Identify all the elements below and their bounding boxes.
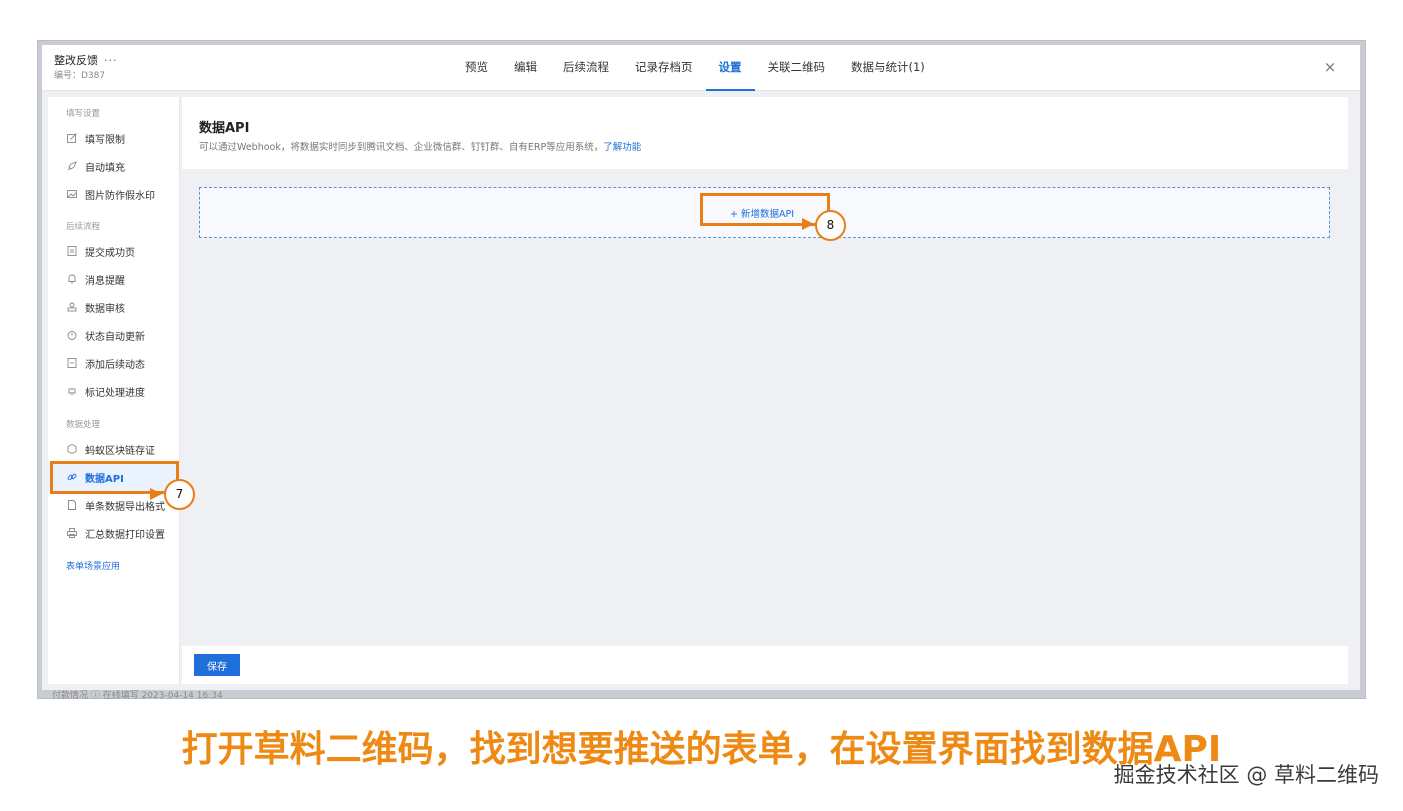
top-bar: 整改反馈 ··· 编号：D387 预览 编辑 后续流程 记录存档页 设置 关联二维…: [42, 45, 1360, 91]
section-label-followup: 后续流程: [66, 222, 101, 232]
background-list-strip: 付款情况 ⓘ 在线填写 2023-04-14 16:34: [52, 691, 223, 701]
section-label-data-processing: 数据处理: [66, 420, 101, 430]
document-icon: [67, 246, 77, 256]
sidebar-item-label: 添加后续动态: [85, 359, 145, 371]
sidebar-item-label: 提交成功页: [85, 247, 135, 259]
arrow-step-8: [802, 218, 814, 230]
app-window-frame: 整改反馈 ··· 编号：D387 预览 编辑 后续流程 记录存档页 设置 关联二维…: [38, 41, 1365, 698]
more-icon[interactable]: ···: [104, 54, 118, 67]
app-window: 整改反馈 ··· 编号：D387 预览 编辑 后续流程 记录存档页 设置 关联二维…: [42, 45, 1360, 690]
timer-icon: [67, 330, 77, 340]
arrow-step-7: [150, 488, 162, 500]
page-title: 数据API: [199, 121, 250, 136]
file-icon: [67, 500, 77, 510]
form-title-text: 整改反馈: [54, 54, 98, 67]
tab-data-stats[interactable]: 数据与统计(1): [838, 45, 938, 91]
sidebar-item-label: 标记处理进度: [85, 387, 145, 399]
sidebar-item-auto-fill[interactable]: 自动填充: [48, 152, 180, 180]
note-icon: [67, 358, 77, 368]
sidebar-item-label: 自动填充: [85, 162, 125, 174]
main-panel: 数据API 可以通过Webhook，将数据实时同步到腾讯文档、企业微信群、钉钉群…: [182, 97, 1348, 684]
sidebar-item-mark-progress[interactable]: 标记处理进度: [48, 377, 180, 405]
sidebar-item-label: 消息提醒: [85, 275, 125, 287]
image-icon: [67, 189, 77, 199]
stamp-icon: [67, 302, 77, 312]
sidebar-item-submit-success-page[interactable]: 提交成功页: [48, 237, 180, 265]
settings-sidebar: 填写设置 填写限制 自动填充 图片防作假水印 后续流程 提交成功页 消息提醒 数…: [48, 97, 180, 684]
description-text: 可以通过Webhook，将数据实时同步到腾讯文档、企业微信群、钉钉群、自有ERP…: [199, 142, 604, 153]
sidebar-item-label: 状态自动更新: [85, 331, 145, 343]
form-id: 编号：D387: [54, 71, 106, 81]
tab-preview[interactable]: 预览: [452, 45, 501, 91]
sidebar-item-label: 填写限制: [85, 134, 125, 146]
save-button[interactable]: 保存: [194, 654, 240, 676]
sidebar-item-label: 数据审核: [85, 303, 125, 315]
tab-edit[interactable]: 编辑: [501, 45, 550, 91]
sidebar-item-add-followup[interactable]: 添加后续动态: [48, 349, 180, 377]
step-7-badge: 7: [164, 479, 195, 510]
tab-linked-qrcode[interactable]: 关联二维码: [755, 45, 839, 91]
sidebar-item-message-reminder[interactable]: 消息提醒: [48, 265, 180, 293]
bell-icon: [67, 274, 77, 284]
section-label-fill-settings: 填写设置: [66, 109, 101, 119]
sidebar-item-label: 汇总数据打印设置: [85, 529, 165, 541]
close-icon[interactable]: ×: [1320, 57, 1340, 77]
tab-followup-flow[interactable]: 后续流程: [550, 45, 622, 91]
rocket-icon: [67, 161, 77, 171]
footer-bar: 保存: [182, 646, 1348, 684]
sidebar-item-print-settings[interactable]: 汇总数据打印设置: [48, 519, 180, 547]
main-header: 数据API 可以通过Webhook，将数据实时同步到腾讯文档、企业微信群、钉钉群…: [182, 97, 1348, 169]
sidebar-item-blockchain-evidence[interactable]: 蚂蚁区块链存证: [48, 435, 180, 463]
tab-bar: 预览 编辑 后续流程 记录存档页 设置 关联二维码 数据与统计(1): [452, 45, 938, 91]
step-8-badge: 8: [815, 210, 846, 241]
sidebar-item-label: 蚂蚁区块链存证: [85, 445, 155, 457]
tab-record-archive[interactable]: 记录存档页: [622, 45, 706, 91]
refresh-icon: [67, 386, 77, 396]
form-title: 整改反馈 ···: [54, 52, 118, 68]
sidebar-item-data-review[interactable]: 数据审核: [48, 293, 180, 321]
watermark: 掘金技术社区 @ 草料二维码: [1113, 763, 1379, 787]
edit-icon: [67, 133, 77, 143]
sidebar-item-fill-limit[interactable]: 填写限制: [48, 124, 180, 152]
sidebar-item-image-watermark[interactable]: 图片防作假水印: [48, 180, 180, 208]
page-description: 可以通过Webhook，将数据实时同步到腾讯文档、企业微信群、钉钉群、自有ERP…: [199, 139, 641, 153]
learn-more-link[interactable]: 了解功能: [603, 142, 641, 153]
sidebar-item-status-auto-update[interactable]: 状态自动更新: [48, 321, 180, 349]
sidebar-item-label: 图片防作假水印: [85, 190, 155, 202]
printer-icon: [67, 528, 77, 538]
tab-settings[interactable]: 设置: [705, 45, 755, 91]
form-scenario-link[interactable]: 表单场景应用: [66, 559, 120, 572]
blockchain-icon: [67, 444, 77, 454]
